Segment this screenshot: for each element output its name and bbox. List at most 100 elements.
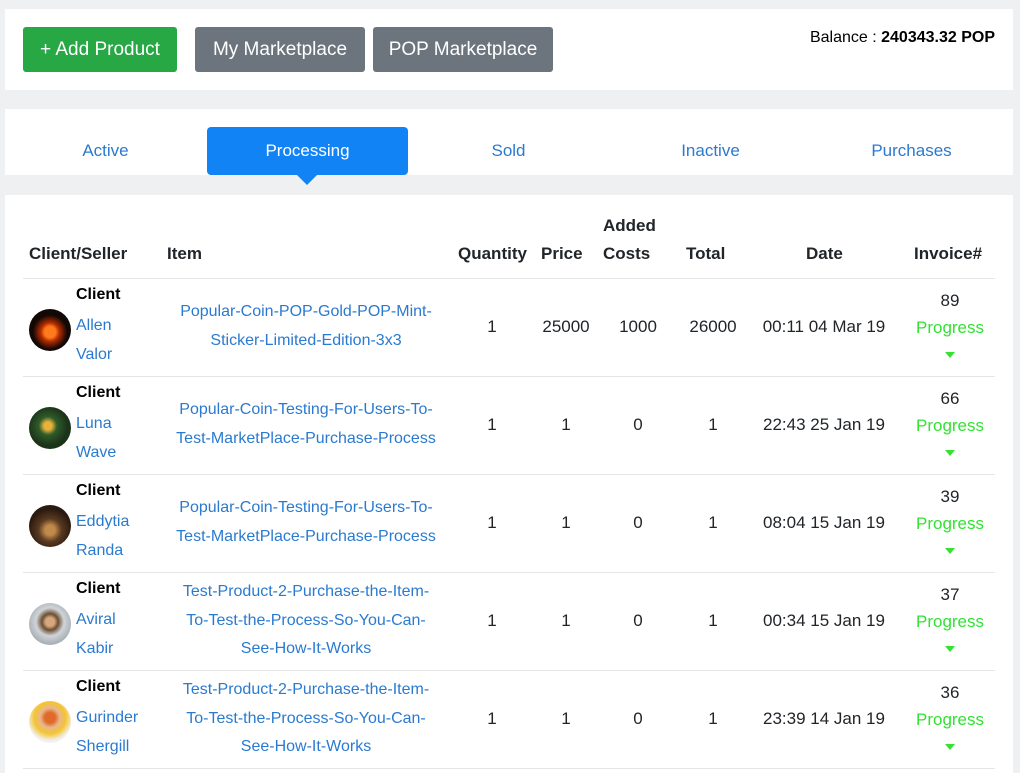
header-invoice: Invoice#: [914, 244, 983, 263]
invoice-cell: 66 Progress: [908, 377, 992, 474]
item-line: Test-MarketPlace-Purchase-Process: [176, 429, 436, 447]
pop-marketplace-button[interactable]: POP Marketplace: [373, 27, 553, 72]
role-label: Client: [76, 384, 121, 401]
invoice-cell: 37 Progress: [908, 573, 992, 670]
date-cell: 08:04 15 Jan 19: [763, 513, 885, 532]
total-cell: 1: [708, 513, 718, 532]
header-client: Client/Seller: [29, 244, 128, 263]
table-row: Client Aviral Kabir Test-Product-2-Purch…: [23, 573, 995, 671]
header-date: Date: [806, 244, 843, 263]
client-last-name[interactable]: Randa: [76, 542, 141, 560]
avatar[interactable]: [29, 407, 71, 449]
chevron-down-icon[interactable]: [945, 352, 955, 358]
chevron-down-icon[interactable]: [945, 646, 955, 652]
status-progress[interactable]: Progress: [908, 612, 992, 632]
avatar[interactable]: [29, 701, 71, 743]
table-row: Client Gurinder Shergill Test-Product-2-…: [23, 671, 995, 769]
added-costs-cell: 0: [633, 415, 643, 434]
price-cell: 25000: [542, 317, 590, 336]
chevron-down-icon[interactable]: [945, 450, 955, 456]
quantity-cell: 1: [487, 709, 497, 728]
invoice-cell: 89 Progress: [908, 279, 992, 376]
price-cell: 1: [561, 513, 571, 532]
client-last-name[interactable]: Shergill: [76, 738, 141, 756]
item-line: Popular-Coin-Testing-For-Users-To-: [179, 401, 433, 418]
invoice-number: 89: [940, 291, 960, 310]
avatar[interactable]: [29, 603, 71, 645]
quantity-cell: 1: [487, 611, 497, 630]
status-progress[interactable]: Progress: [908, 416, 992, 436]
invoice-number: 36: [940, 683, 960, 702]
header-added-costs: Added Costs: [603, 212, 656, 268]
item-line: Test-MarketPlace-Purchase-Process: [176, 527, 436, 545]
tab-inactive[interactable]: Inactive: [610, 127, 811, 175]
client-last-name[interactable]: Kabir: [76, 640, 141, 658]
date-cell: 23:39 14 Jan 19: [763, 709, 885, 728]
orders-table: Client/Seller Item Quantity Price Added …: [5, 195, 1013, 773]
avatar[interactable]: [29, 505, 71, 547]
price-cell: 1: [561, 611, 571, 630]
header-item: Item: [167, 244, 202, 263]
item-line: Test-Product-2-Purchase-the-Item-: [182, 681, 430, 698]
quantity-cell: 1: [487, 415, 497, 434]
invoice-cell: 39 Progress: [908, 475, 992, 572]
quantity-cell: 1: [487, 513, 497, 532]
top-toolbar: + Add Product My Marketplace POP Marketp…: [5, 9, 1013, 90]
status-progress[interactable]: Progress: [908, 318, 992, 338]
added-costs-cell: 1000: [619, 317, 657, 336]
total-cell: 1: [708, 611, 718, 630]
status-progress[interactable]: Progress: [908, 710, 992, 730]
header-added-line2: Costs: [603, 244, 651, 263]
balance-value: 240343.32 POP: [881, 29, 995, 46]
status-progress[interactable]: Progress: [908, 514, 992, 534]
total-cell: 1: [708, 709, 718, 728]
header-price: Price: [541, 244, 583, 263]
client-first-name[interactable]: Aviral: [76, 611, 141, 629]
item-line: Sticker-Limited-Edition-3x3: [210, 331, 402, 349]
quantity-cell: 1: [487, 317, 497, 336]
price-cell: 1: [561, 415, 571, 434]
added-costs-cell: 0: [633, 513, 643, 532]
invoice-number: 66: [940, 389, 960, 408]
item-link[interactable]: Popular-Coin-POP-Gold-POP-Mint- Sticker-…: [163, 298, 449, 355]
table-row: Client Eddytia Randa Popular-Coin-Testin…: [23, 475, 995, 573]
item-line: To-Test-the-Process-So-You-Can-: [186, 709, 426, 727]
added-costs-cell: 0: [633, 709, 643, 728]
client-first-name[interactable]: Eddytia: [76, 513, 141, 531]
client-first-name[interactable]: Allen: [76, 317, 141, 335]
avatar[interactable]: [29, 309, 71, 351]
item-line: Test-Product-2-Purchase-the-Item-: [182, 583, 430, 600]
table-header: Client/Seller Item Quantity Price Added …: [23, 216, 995, 279]
invoice-number: 39: [940, 487, 960, 506]
client-last-name[interactable]: Wave: [76, 444, 141, 462]
item-link[interactable]: Test-Product-2-Purchase-the-Item- To-Tes…: [163, 676, 449, 762]
item-link[interactable]: Popular-Coin-Testing-For-Users-To- Test-…: [163, 494, 449, 551]
role-label: Client: [76, 286, 121, 303]
tab-purchases[interactable]: Purchases: [811, 127, 1012, 175]
invoice-number: 37: [940, 585, 960, 604]
client-first-name[interactable]: Luna: [76, 415, 141, 433]
chevron-down-icon[interactable]: [945, 548, 955, 554]
item-link[interactable]: Popular-Coin-Testing-For-Users-To- Test-…: [163, 396, 449, 453]
price-cell: 1: [561, 709, 571, 728]
add-product-button[interactable]: + Add Product: [23, 27, 177, 72]
chevron-down-icon[interactable]: [945, 744, 955, 750]
total-cell: 1: [708, 415, 718, 434]
total-cell: 26000: [689, 317, 737, 336]
client-last-name[interactable]: Valor: [76, 346, 141, 364]
tab-active[interactable]: Active: [5, 127, 206, 175]
item-line: See-How-It-Works: [240, 738, 372, 755]
my-marketplace-button[interactable]: My Marketplace: [195, 27, 365, 72]
header-added-line1: Added: [603, 216, 656, 235]
date-cell: 00:11 04 Mar 19: [762, 317, 886, 336]
client-first-name[interactable]: Gurinder: [76, 709, 141, 727]
tab-processing[interactable]: Processing: [207, 127, 408, 185]
item-line: To-Test-the-Process-So-You-Can-: [186, 611, 426, 629]
added-costs-cell: 0: [633, 611, 643, 630]
role-label: Client: [76, 580, 121, 597]
role-label: Client: [76, 678, 121, 695]
item-line: Popular-Coin-Testing-For-Users-To-: [179, 499, 433, 516]
invoice-cell: 36 Progress: [908, 671, 992, 768]
tab-sold[interactable]: Sold: [408, 127, 609, 175]
item-link[interactable]: Test-Product-2-Purchase-the-Item- To-Tes…: [163, 578, 449, 664]
